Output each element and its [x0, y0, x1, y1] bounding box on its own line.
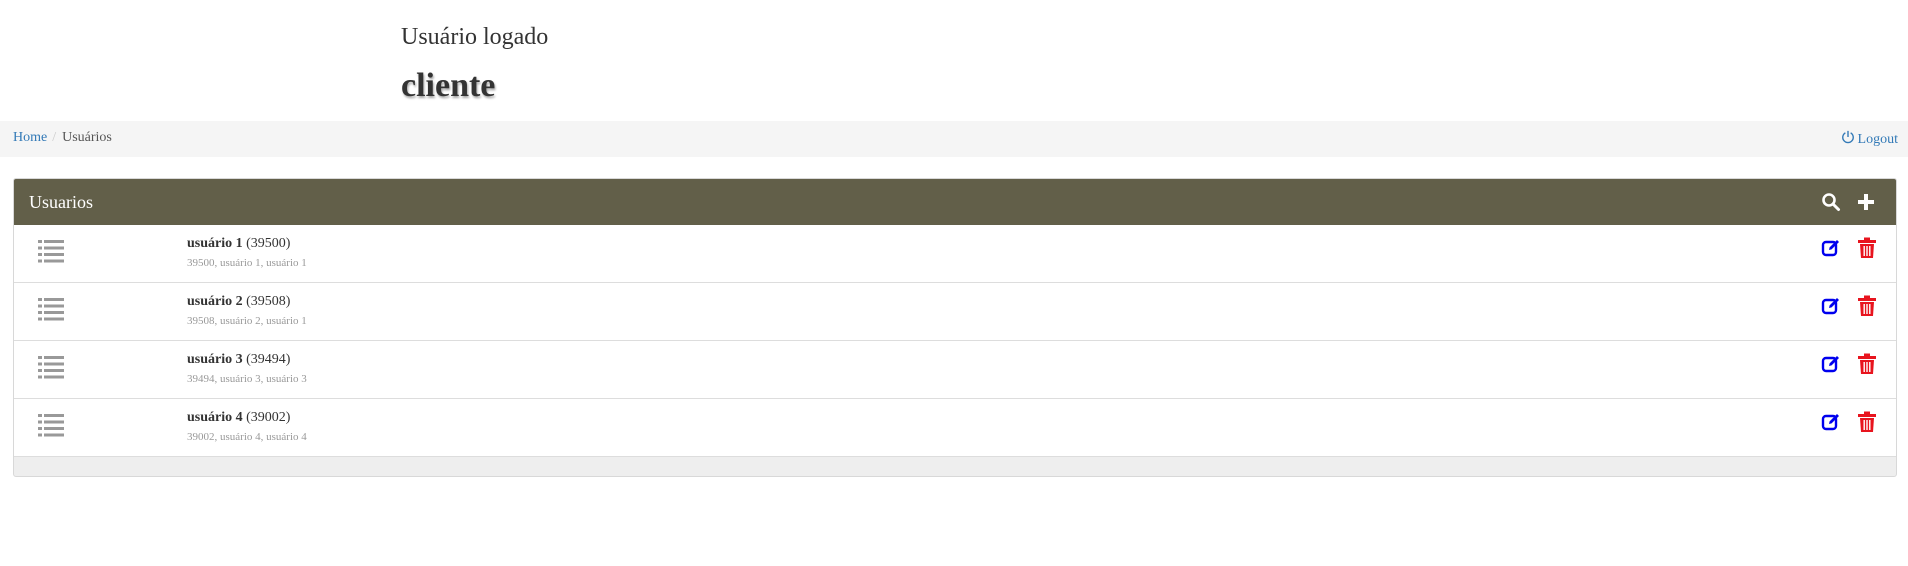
trash-icon: [1858, 237, 1876, 258]
breadcrumb-bar: Home / Usuários Logout: [0, 121, 1908, 157]
logged-user-name: cliente: [401, 67, 496, 104]
add-user-button[interactable]: [1856, 192, 1876, 212]
breadcrumb-separator: /: [52, 130, 57, 145]
edit-button[interactable]: [1821, 296, 1841, 316]
user-code: (39494): [246, 352, 291, 367]
edit-icon: [1821, 414, 1839, 431]
delete-button[interactable]: [1857, 295, 1877, 317]
user-code: (39508): [246, 294, 291, 309]
user-name: usuário 2: [187, 294, 243, 309]
delete-button[interactable]: [1857, 237, 1877, 259]
search-icon: [1822, 193, 1840, 211]
users-panel: Usuarios usuário 1 (39500) 39500, usuári…: [13, 178, 1897, 477]
edit-button[interactable]: [1821, 238, 1841, 258]
edit-icon: [1821, 240, 1839, 257]
user-code: (39002): [246, 410, 291, 425]
user-title: usuário 3 (39494): [187, 352, 290, 368]
edit-icon: [1821, 356, 1839, 373]
user-title: usuário 2 (39508): [187, 294, 290, 310]
list-icon: [38, 413, 64, 437]
list-icon: [38, 239, 64, 263]
user-row[interactable]: usuário 4 (39002) 39002, usuário 4, usuá…: [14, 399, 1896, 457]
logout-label: Logout: [1857, 131, 1898, 147]
trash-icon: [1858, 411, 1876, 432]
user-name: usuário 1: [187, 236, 243, 251]
search-button[interactable]: [1821, 192, 1841, 212]
logged-user-header: Usuário logado cliente: [401, 22, 548, 106]
list-icon: [38, 297, 64, 321]
users-list: usuário 1 (39500) 39500, usuário 1, usuá…: [14, 225, 1896, 457]
user-details: 39494, usuário 3, usuário 3: [187, 373, 307, 385]
edit-button[interactable]: [1821, 412, 1841, 432]
panel-heading: Usuarios: [14, 179, 1896, 225]
logout-link[interactable]: Logout: [1841, 130, 1898, 149]
plus-icon: [1858, 194, 1874, 210]
trash-icon: [1858, 295, 1876, 316]
user-row[interactable]: usuário 2 (39508) 39508, usuário 2, usuá…: [14, 283, 1896, 341]
trash-icon: [1858, 353, 1876, 374]
user-details: 39508, usuário 2, usuário 1: [187, 315, 307, 327]
user-name: usuário 4: [187, 410, 243, 425]
user-row[interactable]: usuário 1 (39500) 39500, usuário 1, usuá…: [14, 225, 1896, 283]
edit-icon: [1821, 298, 1839, 315]
delete-button[interactable]: [1857, 411, 1877, 433]
user-details: 39500, usuário 1, usuário 1: [187, 257, 307, 269]
breadcrumb-home-link[interactable]: Home: [13, 130, 47, 145]
user-title: usuário 4 (39002): [187, 410, 290, 426]
logged-user-label: Usuário logado: [401, 24, 549, 50]
panel-title: Usuarios: [29, 192, 93, 212]
edit-button[interactable]: [1821, 354, 1841, 374]
user-title: usuário 1 (39500): [187, 236, 290, 252]
list-icon: [38, 355, 64, 379]
user-row[interactable]: usuário 3 (39494) 39494, usuário 3, usuá…: [14, 341, 1896, 399]
breadcrumb: Home / Usuários: [13, 130, 112, 146]
power-icon: [1841, 130, 1855, 149]
user-name: usuário 3: [187, 352, 243, 367]
user-details: 39002, usuário 4, usuário 4: [187, 431, 307, 443]
delete-button[interactable]: [1857, 353, 1877, 375]
breadcrumb-current: Usuários: [62, 130, 112, 145]
user-code: (39500): [246, 236, 291, 251]
